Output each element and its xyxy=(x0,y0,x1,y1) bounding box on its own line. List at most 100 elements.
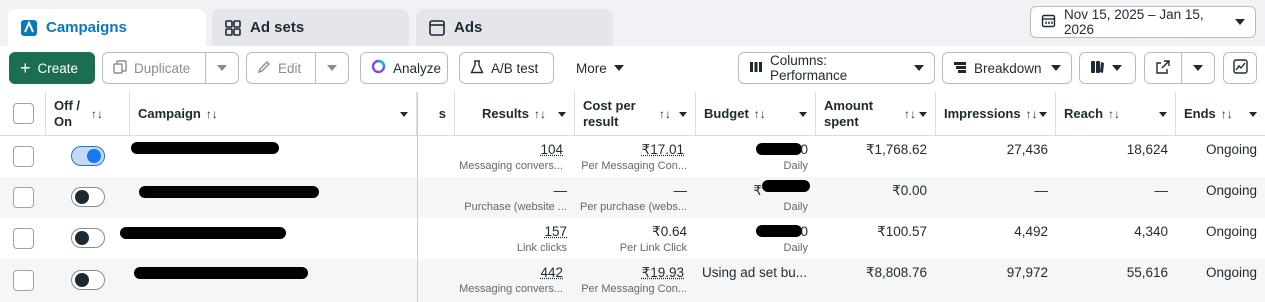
edit-button[interactable]: Edit xyxy=(246,52,316,84)
duplicate-icon xyxy=(113,59,127,77)
campaign-toggle[interactable] xyxy=(71,146,105,166)
breakdown-button[interactable]: Breakdown xyxy=(942,52,1072,84)
create-button[interactable]: + Create xyxy=(9,52,95,84)
results-type: Messaging convers... xyxy=(459,160,563,172)
tab-ad-sets[interactable]: Ad sets xyxy=(212,9,409,46)
results-type: Purchase (website ... xyxy=(464,201,567,213)
results-value[interactable]: 104 xyxy=(455,142,563,157)
charts-button[interactable] xyxy=(1223,52,1257,84)
amount-spent-value: ₹100.57 xyxy=(877,224,927,239)
sort-icon: ↑↓ xyxy=(904,107,916,121)
results-value[interactable]: 157 xyxy=(455,224,567,239)
pencil-icon xyxy=(257,60,271,77)
table-row[interactable]: 104 Messaging convers... ₹17.01 Per Mess… xyxy=(0,136,1265,177)
budget-value[interactable]: 0 xyxy=(696,142,808,157)
duplicate-button[interactable]: Duplicate xyxy=(102,52,206,84)
amount-spent-value: ₹0.00 xyxy=(892,183,927,198)
chevron-down-icon xyxy=(1039,111,1047,117)
tab-label: Ads xyxy=(454,19,483,36)
cost-value[interactable]: ₹17.01 xyxy=(575,142,684,158)
cost-type: Per Messaging Con... xyxy=(581,283,687,295)
export-icon xyxy=(1156,59,1170,77)
campaign-toggle[interactable] xyxy=(71,270,105,290)
chevron-down-icon xyxy=(327,65,337,71)
select-all-cell xyxy=(0,92,46,136)
campaign-toggle[interactable] xyxy=(71,228,105,248)
chevron-down-icon xyxy=(679,111,687,117)
chevron-down-icon xyxy=(799,111,807,117)
cost-value[interactable]: ₹19.93 xyxy=(575,265,684,281)
frozen-column-divider xyxy=(417,92,418,302)
toggle-knob xyxy=(75,231,89,245)
header-results[interactable]: Results ↑↓ xyxy=(455,92,575,136)
adsets-grid-icon xyxy=(224,19,242,37)
header-amount-spent[interactable]: Amount spent ↑↓ xyxy=(816,92,936,136)
select-all-checkbox[interactable] xyxy=(13,103,34,124)
row-checkbox[interactable] xyxy=(13,146,34,167)
budget-value[interactable]: ₹ xyxy=(696,183,762,199)
plus-icon: + xyxy=(20,58,31,78)
sort-icon: ↑↓ xyxy=(659,107,671,121)
more-button[interactable]: More xyxy=(566,52,638,84)
cost-type: Per Messaging Con... xyxy=(581,160,687,172)
cost-type: Per purchase (webs... xyxy=(580,201,687,213)
row-checkbox[interactable] xyxy=(13,228,34,249)
header-ends[interactable]: Ends ↑↓ xyxy=(1176,92,1265,136)
chevron-down-icon xyxy=(217,65,227,71)
header-budget[interactable]: Budget ↑↓ xyxy=(696,92,816,136)
ends-value: Ongoing xyxy=(1205,265,1257,280)
export-dropdown[interactable] xyxy=(1181,52,1215,84)
reports-icon xyxy=(1090,60,1105,77)
redacted-budget xyxy=(762,180,810,192)
analyze-label: Analyze xyxy=(393,60,442,76)
ab-test-button[interactable]: A/B test xyxy=(459,52,554,84)
reports-button[interactable] xyxy=(1079,52,1136,84)
budget-type: Daily xyxy=(783,160,808,172)
tab-ads[interactable]: Ads xyxy=(416,9,613,46)
reach-value: 18,624 xyxy=(1126,142,1168,157)
edit-label: Edit xyxy=(278,60,302,76)
columns-icon xyxy=(749,60,763,77)
duplicate-dropdown[interactable] xyxy=(205,52,239,84)
columns-button[interactable]: Columns: Performance xyxy=(738,52,935,84)
header-cost-per-result[interactable]: Cost per result ↑↓ xyxy=(575,92,696,136)
chevron-down-icon xyxy=(1235,19,1245,25)
toggle-knob xyxy=(75,273,89,287)
table-row[interactable]: — Purchase (website ... — Per purchase (… xyxy=(0,177,1265,218)
date-range-picker[interactable]: Nov 15, 2025 – Jan 15, 2026 xyxy=(1030,6,1256,38)
flask-icon xyxy=(470,59,484,77)
columns-label: Columns: Performance xyxy=(770,53,848,83)
table-row[interactable]: 442 Messaging convers... ₹19.93 Per Mess… xyxy=(0,259,1265,302)
header-campaign[interactable]: Campaign ↑↓ xyxy=(130,92,417,136)
export-button[interactable] xyxy=(1144,52,1182,84)
campaigns-table: Off / On ↑↓ Campaign ↑↓ s Results ↑↓ Cos… xyxy=(0,92,1265,302)
sort-icon: ↑↓ xyxy=(91,107,103,121)
results-type: Messaging convers... xyxy=(459,283,563,295)
header-reach[interactable]: Reach ↑↓ xyxy=(1056,92,1176,136)
row-checkbox[interactable] xyxy=(13,270,34,291)
redacted-campaign-name xyxy=(120,227,286,239)
tab-campaigns[interactable]: Campaigns xyxy=(8,9,206,46)
results-type: Link clicks xyxy=(516,242,567,254)
date-range-label: Nov 15, 2025 – Jan 15, 2026 xyxy=(1064,7,1204,37)
budget-value[interactable]: 0 xyxy=(696,224,808,239)
row-checkbox[interactable] xyxy=(13,187,34,208)
ends-value: Ongoing xyxy=(1205,183,1257,198)
calendar-icon xyxy=(1041,13,1056,31)
header-impressions[interactable]: Impressions ↑↓ xyxy=(936,92,1056,136)
tab-label: Ad sets xyxy=(250,19,305,36)
redacted-campaign-name xyxy=(139,186,319,198)
ends-value: Ongoing xyxy=(1205,224,1257,239)
table-row[interactable]: 157 Link clicks ₹0.64 Per Link Click 0 D… xyxy=(0,218,1265,259)
sort-icon: ↑↓ xyxy=(1108,107,1121,121)
analyze-button[interactable]: Analyze xyxy=(360,52,448,84)
header-off-on[interactable]: Off / On ↑↓ xyxy=(46,92,130,136)
results-value[interactable]: 442 xyxy=(455,265,563,280)
header-label: Reach xyxy=(1064,106,1104,121)
edit-dropdown[interactable] xyxy=(315,52,349,84)
ab-test-label: A/B test xyxy=(491,60,539,76)
chevron-down-icon xyxy=(1193,65,1203,71)
header-truncated: s xyxy=(418,92,455,136)
header-label: Budget xyxy=(704,106,749,121)
campaign-toggle[interactable] xyxy=(71,187,105,207)
